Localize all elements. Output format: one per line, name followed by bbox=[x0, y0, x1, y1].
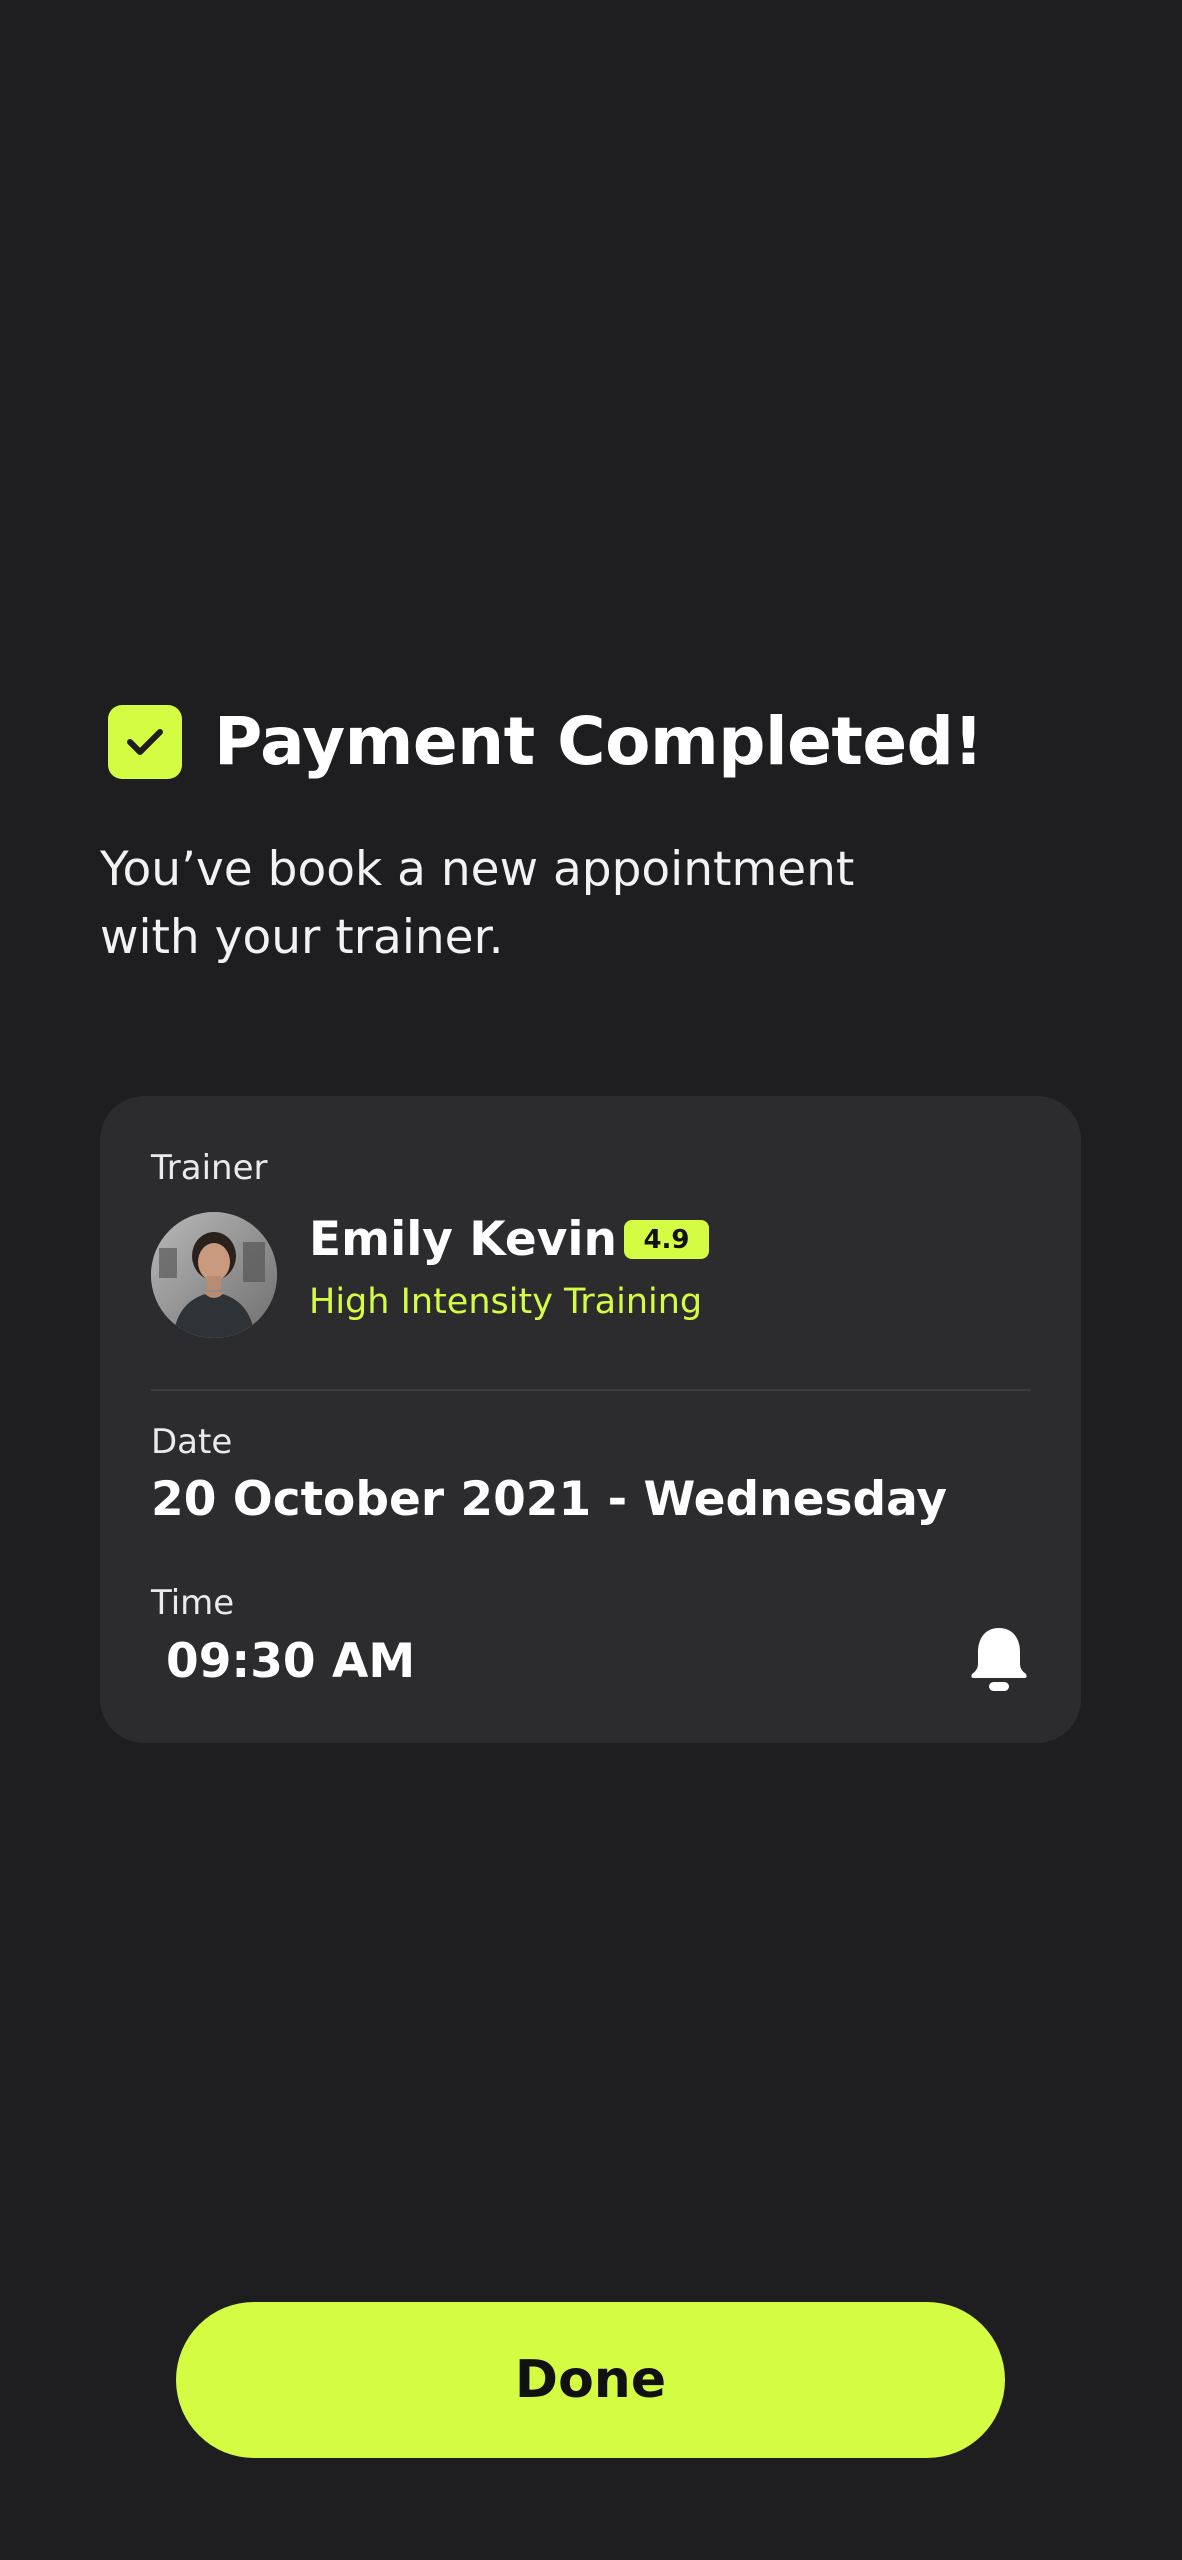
rating-badge: 4.9 bbox=[624, 1220, 709, 1259]
payment-confirmation-screen: Payment Completed! You’ve book a new app… bbox=[0, 0, 1182, 2560]
trainer-specialty: High Intensity Training bbox=[309, 1282, 703, 1322]
page-title: Payment Completed! bbox=[214, 703, 984, 780]
confirmation-message-line-2: with your trainer. bbox=[100, 910, 504, 965]
confirmation-message: You’ve book a new appointment with your … bbox=[100, 836, 900, 972]
time-label: Time bbox=[151, 1583, 235, 1623]
date-label: Date bbox=[151, 1422, 233, 1462]
checkmark-icon bbox=[108, 705, 182, 779]
confirmation-message-line-1: You’ve book a new appointment bbox=[100, 842, 855, 897]
bell-icon[interactable] bbox=[970, 1626, 1028, 1692]
time-value: 09:30 AM bbox=[166, 1634, 416, 1689]
done-button[interactable]: Done bbox=[176, 2302, 1005, 2458]
appointment-card: Trainer Emily Kevin 4.9 High Intensity T… bbox=[100, 1096, 1081, 1743]
divider bbox=[151, 1389, 1031, 1391]
date-value: 20 October 2021 - Wednesday bbox=[151, 1472, 947, 1527]
trainer-name: Emily Kevin bbox=[309, 1212, 617, 1267]
header: Payment Completed! bbox=[108, 703, 984, 780]
trainer-label: Trainer bbox=[151, 1148, 268, 1188]
trainer-avatar bbox=[151, 1212, 277, 1338]
